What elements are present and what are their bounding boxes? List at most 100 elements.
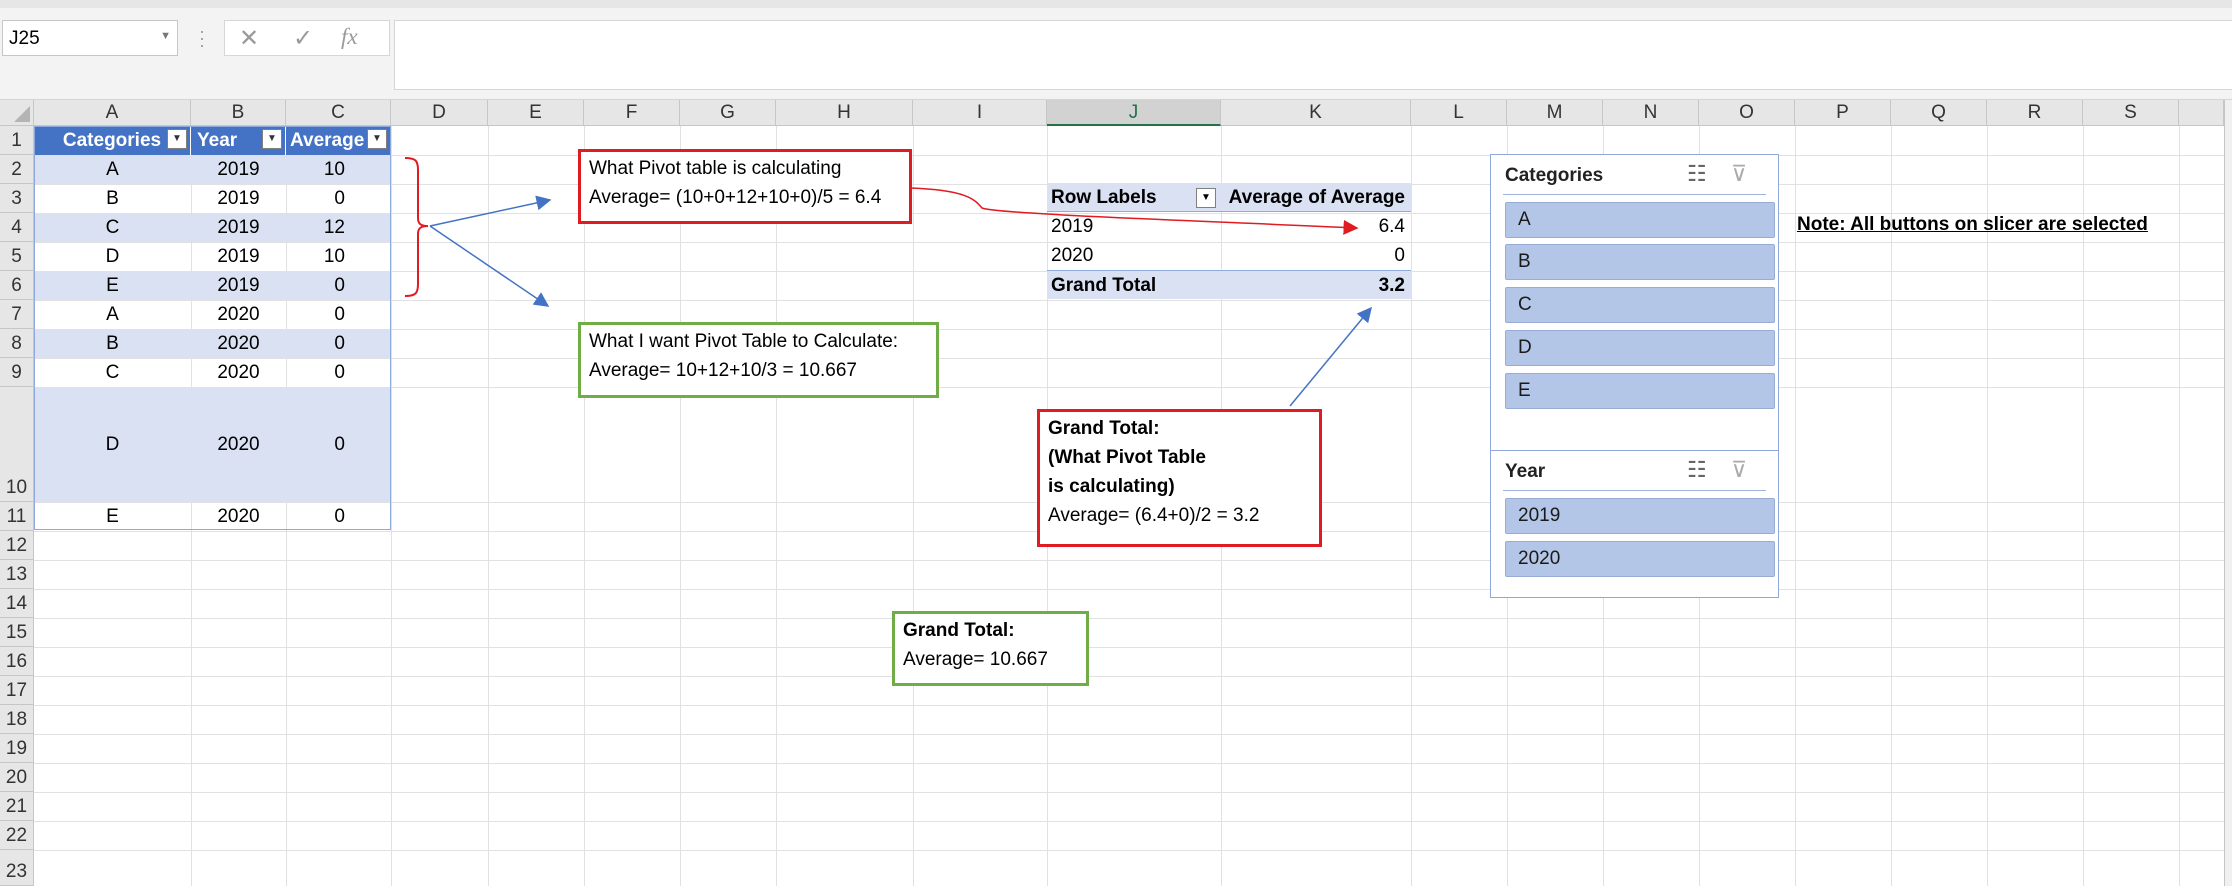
table-cell[interactable]: 0: [286, 502, 391, 531]
multi-select-icon[interactable]: ☷: [1687, 457, 1707, 483]
row-header-12[interactable]: 12: [0, 531, 34, 560]
filter-dropdown-icon[interactable]: ▼: [367, 129, 387, 149]
column-header-a[interactable]: A: [34, 100, 191, 126]
table-cell[interactable]: 2019: [191, 242, 286, 271]
table-cell[interactable]: B: [34, 184, 191, 213]
table-cell[interactable]: 10: [286, 155, 391, 184]
table-cell[interactable]: 2020: [191, 387, 286, 502]
column-header-e[interactable]: E: [488, 100, 584, 126]
table-cell[interactable]: 0: [286, 387, 391, 502]
table-cell[interactable]: E: [34, 502, 191, 531]
row-header-4[interactable]: 4: [0, 213, 34, 242]
row-header-10[interactable]: 10: [0, 387, 34, 502]
row-header-23[interactable]: 23: [0, 850, 34, 886]
row-header-13[interactable]: 13: [0, 560, 34, 589]
table-cell[interactable]: B: [34, 329, 191, 358]
row-header-22[interactable]: 22: [0, 821, 34, 850]
pivot-grand-total-row[interactable]: Grand Total 3.2: [1047, 270, 1411, 299]
column-header-f[interactable]: F: [584, 100, 680, 126]
column-header-r[interactable]: R: [1987, 100, 2083, 126]
row-header-11[interactable]: 11: [0, 502, 34, 531]
slicer-item-c[interactable]: C: [1505, 287, 1775, 323]
column-header-d[interactable]: D: [391, 100, 488, 126]
row-header-17[interactable]: 17: [0, 676, 34, 705]
row-header-9[interactable]: 9: [0, 358, 34, 387]
filter-dropdown-icon[interactable]: ▼: [1196, 188, 1216, 208]
table-cell[interactable]: C: [34, 358, 191, 387]
table-cell[interactable]: 2019: [191, 213, 286, 242]
table-cell[interactable]: 2019: [191, 184, 286, 213]
filter-dropdown-icon[interactable]: ▼: [167, 129, 187, 149]
chevron-down-icon[interactable]: ▼: [160, 30, 171, 42]
row-header-14[interactable]: 14: [0, 589, 34, 618]
column-header-b[interactable]: B: [191, 100, 286, 126]
table-cell[interactable]: 2019: [191, 271, 286, 300]
enter-icon[interactable]: ✓: [293, 24, 313, 53]
row-header-21[interactable]: 21: [0, 792, 34, 821]
more-options-icon[interactable]: · · ·: [198, 22, 205, 54]
column-header-i[interactable]: I: [913, 100, 1047, 126]
row-header-6[interactable]: 6: [0, 271, 34, 300]
column-header-o[interactable]: O: [1699, 100, 1795, 126]
slicer-categories[interactable]: Categories ☷ ⊽ A B C D E: [1490, 154, 1779, 451]
formula-input[interactable]: [394, 20, 2232, 90]
name-box[interactable]: J25 ▼: [2, 20, 178, 56]
select-all-button[interactable]: [0, 100, 34, 126]
column-header-k[interactable]: K: [1221, 100, 1411, 126]
row-header-2[interactable]: 2: [0, 155, 34, 184]
row-header-1[interactable]: 1: [0, 126, 34, 155]
clear-filter-icon[interactable]: ⊽: [1731, 457, 1747, 483]
table-cell[interactable]: D: [34, 242, 191, 271]
table-cell[interactable]: 12: [286, 213, 391, 242]
column-header-s[interactable]: S: [2083, 100, 2179, 126]
slicer-item-2019[interactable]: 2019: [1505, 498, 1775, 534]
row-header-18[interactable]: 18: [0, 705, 34, 734]
row-header-20[interactable]: 20: [0, 763, 34, 792]
table-cell[interactable]: 2020: [191, 300, 286, 329]
table-cell[interactable]: C: [34, 213, 191, 242]
column-header-j[interactable]: J: [1047, 100, 1221, 126]
table-cell[interactable]: 2020: [191, 502, 286, 531]
column-header-g[interactable]: G: [680, 100, 776, 126]
column-header-t[interactable]: [2179, 100, 2224, 126]
table-cell[interactable]: A: [34, 155, 191, 184]
row-header-19[interactable]: 19: [0, 734, 34, 763]
table-cell[interactable]: 0: [286, 300, 391, 329]
table-cell[interactable]: 0: [286, 358, 391, 387]
slicer-year[interactable]: Year ☷ ⊽ 2019 2020: [1490, 450, 1779, 598]
table-cell[interactable]: 0: [286, 271, 391, 300]
row-header-16[interactable]: 16: [0, 647, 34, 676]
table-cell[interactable]: 2020: [191, 358, 286, 387]
column-header-c[interactable]: C: [286, 100, 391, 126]
table-cell[interactable]: E: [34, 271, 191, 300]
vertical-scrollbar[interactable]: [2224, 100, 2232, 886]
row-header-5[interactable]: 5: [0, 242, 34, 271]
table-cell[interactable]: 0: [286, 184, 391, 213]
table-cell[interactable]: 10: [286, 242, 391, 271]
insert-function-icon[interactable]: fx: [341, 24, 358, 50]
row-header-7[interactable]: 7: [0, 300, 34, 329]
slicer-item-d[interactable]: D: [1505, 330, 1775, 366]
multi-select-icon[interactable]: ☷: [1687, 161, 1707, 187]
column-header-p[interactable]: P: [1795, 100, 1891, 126]
slicer-item-2020[interactable]: 2020: [1505, 541, 1775, 577]
table-cell[interactable]: 2019: [191, 155, 286, 184]
table-cell[interactable]: A: [34, 300, 191, 329]
filter-dropdown-icon[interactable]: ▼: [262, 129, 282, 149]
column-header-l[interactable]: L: [1411, 100, 1507, 126]
table-cell[interactable]: 0: [286, 329, 391, 358]
table-cell[interactable]: 2020: [191, 329, 286, 358]
pivot-row[interactable]: 2019 6.4: [1047, 212, 1411, 241]
column-header-h[interactable]: H: [776, 100, 913, 126]
table-cell[interactable]: D: [34, 387, 191, 502]
column-header-n[interactable]: N: [1603, 100, 1699, 126]
row-header-3[interactable]: 3: [0, 184, 34, 213]
slicer-item-a[interactable]: A: [1505, 202, 1775, 238]
slicer-item-b[interactable]: B: [1505, 244, 1775, 280]
row-header-15[interactable]: 15: [0, 618, 34, 647]
pivot-row[interactable]: 2020 0: [1047, 241, 1411, 270]
slicer-item-e[interactable]: E: [1505, 373, 1775, 409]
column-header-q[interactable]: Q: [1891, 100, 1987, 126]
column-header-m[interactable]: M: [1507, 100, 1603, 126]
row-header-8[interactable]: 8: [0, 329, 34, 358]
